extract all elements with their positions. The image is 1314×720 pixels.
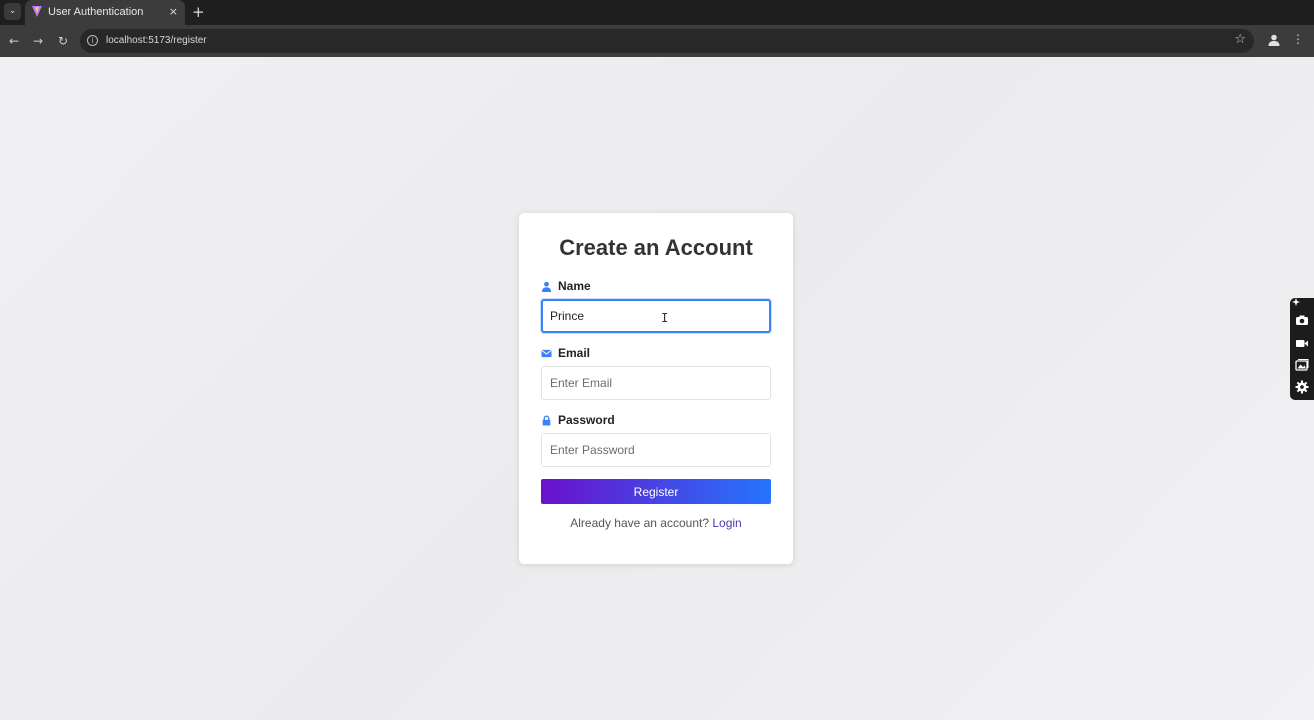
camera-icon[interactable]: [1295, 313, 1309, 327]
page-title: Create an Account: [559, 235, 753, 260]
profile-icon[interactable]: [1267, 33, 1281, 47]
user-icon: [541, 281, 552, 292]
email-label-text: Email: [558, 346, 591, 360]
register-card: Create an Account Name Email Password: [519, 213, 793, 564]
back-icon[interactable]: ←: [6, 33, 22, 49]
bookmark-star-icon[interactable]: ☆: [1234, 32, 1246, 47]
register-button[interactable]: Register: [541, 479, 771, 504]
name-input[interactable]: [541, 299, 771, 333]
video-icon[interactable]: [1295, 336, 1309, 350]
email-label: Email: [541, 346, 590, 360]
pin-icon[interactable]: [1292, 298, 1300, 306]
name-label: Name: [541, 279, 591, 293]
lock-icon: [542, 415, 551, 426]
page-background: Create an Account Name Email Password: [0, 57, 1314, 720]
address-bar[interactable]: i localhost:5173/register ☆: [80, 29, 1254, 53]
url-text[interactable]: localhost:5173/register: [106, 35, 207, 46]
tab-close-button[interactable]: ×: [169, 5, 178, 18]
login-prompt-text: Already have an account?: [570, 516, 710, 530]
gallery-icon[interactable]: [1295, 358, 1309, 372]
login-link[interactable]: Login: [712, 516, 741, 530]
gear-icon[interactable]: [1295, 380, 1309, 394]
kebab-menu-icon[interactable]: ⋮: [1292, 32, 1304, 46]
email-input[interactable]: [541, 366, 771, 400]
forward-icon[interactable]: →: [30, 33, 46, 49]
tab-user-authentication[interactable]: User Authentication ×: [25, 0, 185, 25]
login-prompt: Already have an account? Login: [519, 516, 793, 530]
password-label-text: Password: [558, 413, 615, 427]
tab-search-button[interactable]: ⌄: [4, 3, 21, 20]
browser-toolbar: ← → ↻ i localhost:5173/register ☆ ⋮: [0, 25, 1314, 57]
text-cursor-icon: I: [661, 311, 669, 325]
reload-icon[interactable]: ↻: [55, 33, 71, 49]
tab-bar: ⌄ User Authentication × +: [0, 0, 1314, 25]
new-tab-button[interactable]: +: [192, 3, 205, 21]
screenshot-toolbar: [1290, 298, 1314, 400]
name-label-text: Name: [558, 279, 591, 293]
tab-title: User Authentication: [48, 6, 144, 18]
envelope-icon: [541, 349, 552, 357]
site-info-icon[interactable]: i: [87, 35, 98, 46]
vite-favicon-icon: [32, 6, 42, 17]
password-input[interactable]: [541, 433, 771, 467]
password-label: Password: [541, 413, 615, 427]
